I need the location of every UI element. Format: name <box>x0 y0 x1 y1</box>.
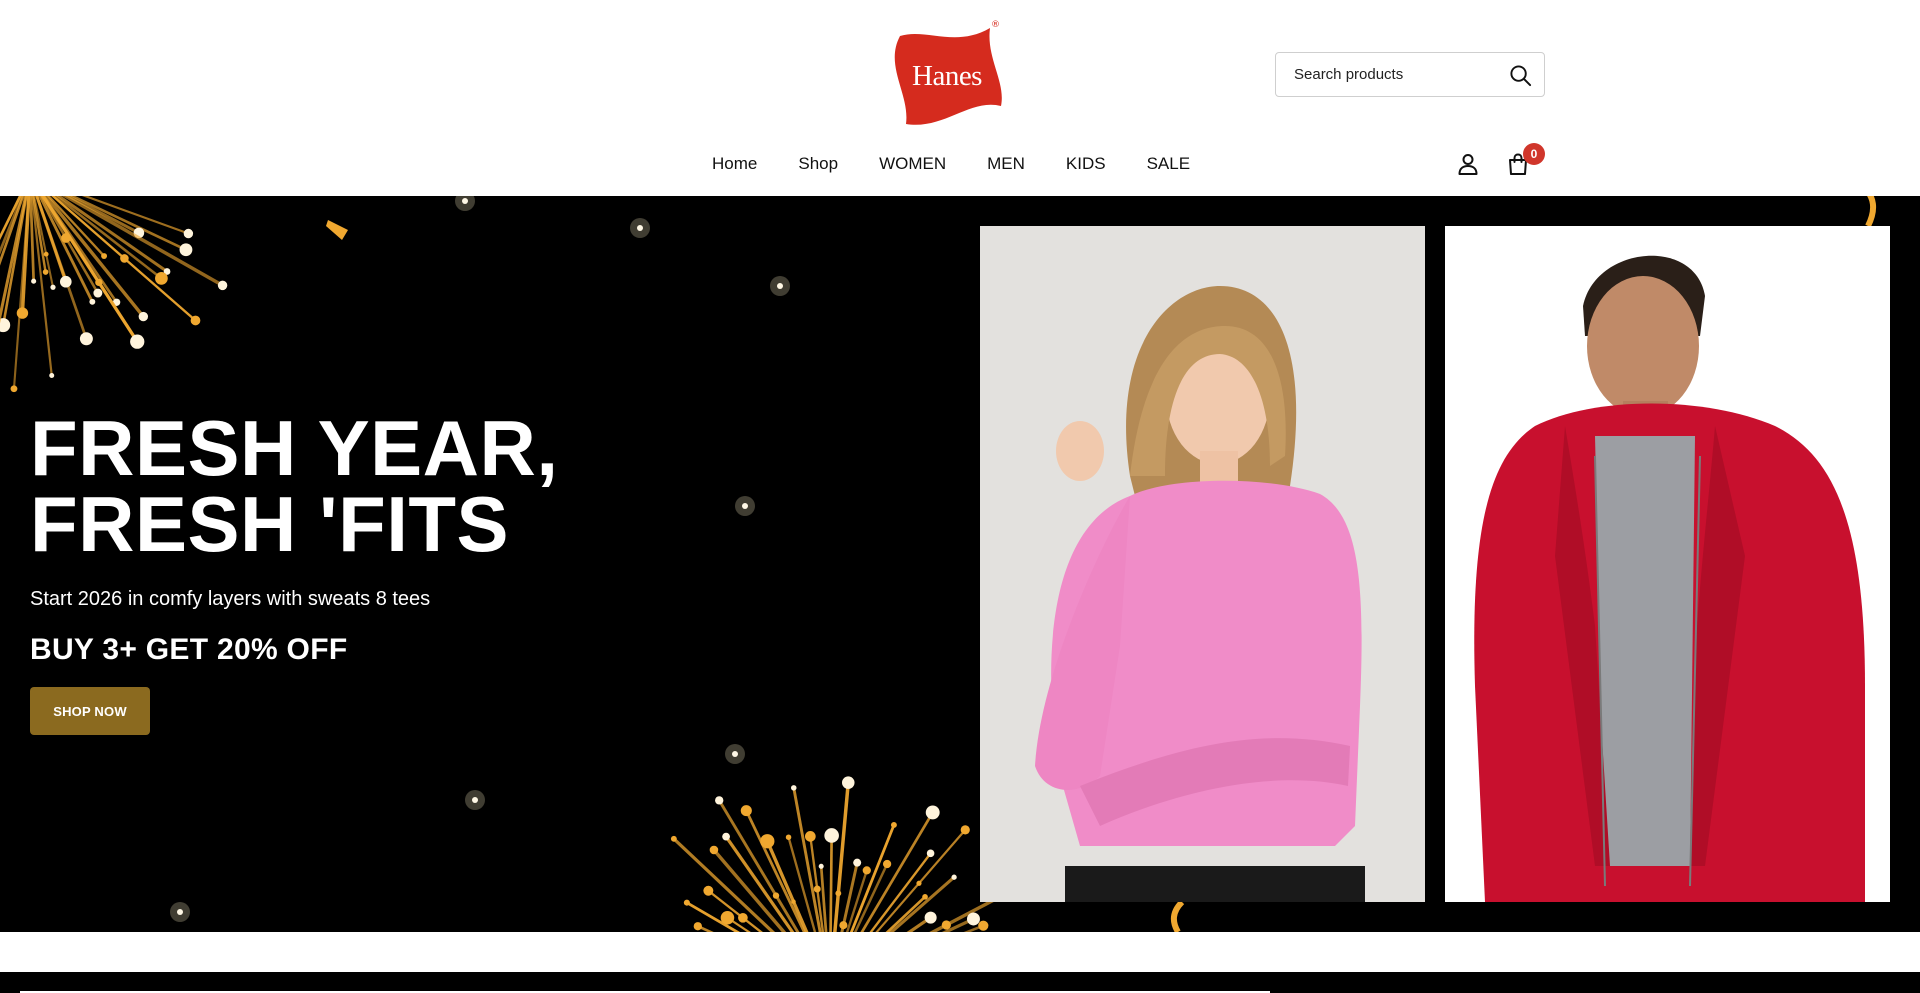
nav-kids[interactable]: KIDS <box>1066 154 1106 174</box>
man-red-hoodie-image[interactable] <box>1445 226 1890 902</box>
hero-title: FRESH YEAR, FRESH 'FITS <box>30 404 559 568</box>
next-section-strip <box>0 972 1920 993</box>
nav-home[interactable]: Home <box>712 154 757 174</box>
woman-pink-sweatshirt-image[interactable] <box>980 226 1425 902</box>
hero-offer: BUY 3+ GET 20% OFF <box>30 633 348 666</box>
user-icon[interactable] <box>1456 152 1480 176</box>
nav-shop[interactable]: Shop <box>798 154 838 174</box>
nav-men[interactable]: MEN <box>987 154 1025 174</box>
cart-count-badge: 0 <box>1523 143 1545 165</box>
logo-text: Hanes <box>912 59 982 92</box>
hero-subtitle: Start 2026 in comfy layers with sweats 8… <box>30 588 431 610</box>
search-box <box>1275 52 1545 97</box>
hanes-logo[interactable]: Hanes ® <box>886 20 1008 126</box>
hero-banner: FRESH YEAR, FRESH 'FITS Start 2026 in co… <box>0 196 1920 932</box>
site-header: Hanes ® Home Shop WOMEN MEN KIDS SALE 0 <box>0 0 1920 196</box>
search-input[interactable] <box>1276 53 1496 96</box>
nav-sale[interactable]: SALE <box>1147 154 1190 174</box>
search-icon[interactable] <box>1509 64 1532 87</box>
shop-now-button[interactable]: SHOP NOW <box>30 687 150 735</box>
main-nav: Home Shop WOMEN MEN KIDS SALE <box>712 152 1190 176</box>
hero-content: FRESH YEAR, FRESH 'FITS Start 2026 in co… <box>30 404 790 735</box>
cart-button[interactable]: 0 <box>1506 143 1545 176</box>
nav-women[interactable]: WOMEN <box>879 154 946 174</box>
registered-mark: ® <box>991 20 1000 30</box>
